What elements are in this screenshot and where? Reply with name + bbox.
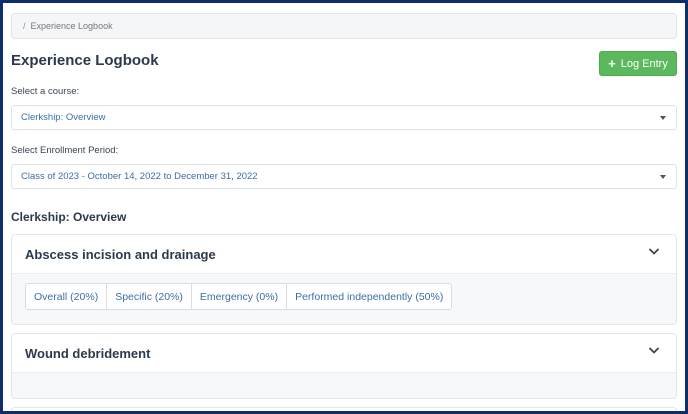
log-entry-label: Log Entry xyxy=(620,57,668,70)
chevron-down-icon[interactable] xyxy=(649,248,659,256)
period-select-label: Select Enrollment Period: xyxy=(11,145,119,156)
panel-title: Wound debridement xyxy=(25,345,151,361)
caret-down-icon xyxy=(660,116,666,120)
page-header: Experience Logbook + Log Entry xyxy=(11,42,677,82)
chevron-down-icon[interactable] xyxy=(649,347,659,355)
breadcrumb: / Experience Logbook xyxy=(11,13,677,39)
panel-title: Abscess incision and drainage xyxy=(25,246,216,262)
panel-header[interactable]: Wound debridement xyxy=(12,334,676,372)
period-select[interactable]: Class of 2023 - October 14, 2022 to Dece… xyxy=(11,164,677,189)
panel-header[interactable]: Abscess incision and drainage xyxy=(12,235,676,273)
tag-specific[interactable]: Specific (20%) xyxy=(106,284,191,309)
period-select-value: Class of 2023 - October 14, 2022 to Dece… xyxy=(21,171,258,182)
course-select[interactable]: Clerkship: Overview xyxy=(11,105,677,130)
breadcrumb-separator: / xyxy=(23,21,26,31)
panel-body xyxy=(12,372,676,398)
section-title: Clerkship: Overview xyxy=(11,210,127,224)
plus-icon: + xyxy=(608,56,616,71)
caret-down-icon xyxy=(660,175,666,179)
app-frame: / Experience Logbook Experience Logbook … xyxy=(0,0,688,414)
tag-group: Overall (20%) Specific (20%) Emergency (… xyxy=(25,283,453,310)
panel-abscess-incision: Abscess incision and drainage Overall (2… xyxy=(11,234,677,325)
tag-performed-independently[interactable]: Performed independently (50%) xyxy=(286,284,451,309)
breadcrumb-current[interactable]: Experience Logbook xyxy=(31,21,113,31)
page-content: / Experience Logbook Experience Logbook … xyxy=(11,13,677,411)
course-select-value: Clerkship: Overview xyxy=(21,112,106,123)
panel-wound-debridement: Wound debridement xyxy=(11,333,677,399)
tag-emergency[interactable]: Emergency (0%) xyxy=(190,284,286,309)
panel-body: Overall (20%) Specific (20%) Emergency (… xyxy=(12,273,676,324)
page-title: Experience Logbook xyxy=(11,52,159,69)
log-entry-button[interactable]: + Log Entry xyxy=(599,51,677,76)
panel-next xyxy=(11,407,677,411)
course-select-label: Select a course: xyxy=(11,86,80,97)
tag-overall[interactable]: Overall (20%) xyxy=(26,284,106,309)
